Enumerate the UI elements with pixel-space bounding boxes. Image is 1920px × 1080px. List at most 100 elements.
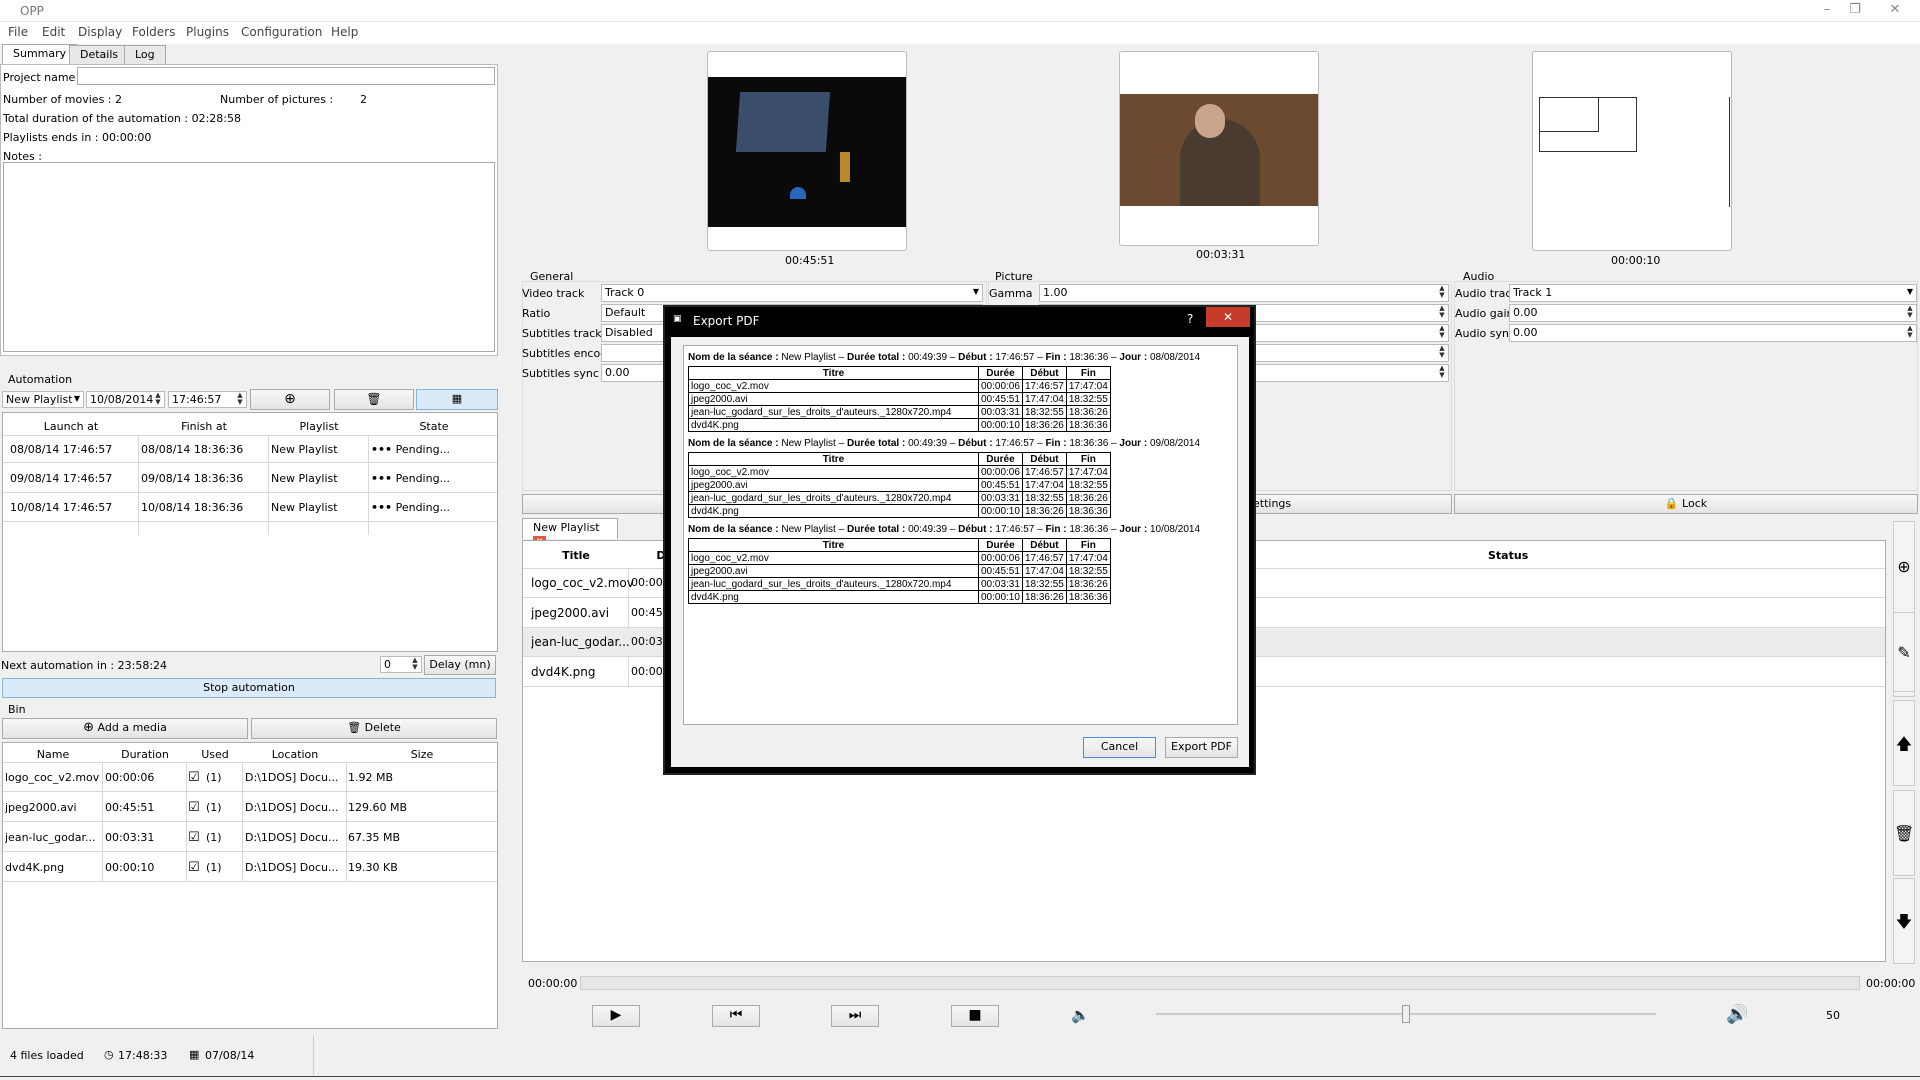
- ratio-value: Default: [605, 306, 646, 319]
- session-fin-label: Fin :: [1045, 438, 1067, 449]
- session-fin: 18:36:36: [1069, 352, 1109, 363]
- delay-button[interactable]: Delay (mn): [424, 655, 496, 675]
- tab-new-playlist[interactable]: New Playlist ✕: [522, 518, 618, 549]
- session-name: New Playlist: [781, 438, 836, 449]
- time-input[interactable]: 17:46:57 ▲ ▼: [168, 391, 247, 408]
- cancel-button[interactable]: Cancel: [1083, 737, 1156, 758]
- name-cell: dvd4K.png: [5, 861, 65, 874]
- menu-edit[interactable]: Edit: [42, 25, 65, 39]
- delete-media-button[interactable]: 🗑 Delete: [251, 718, 497, 739]
- session-jour-label: Jour :: [1119, 524, 1148, 535]
- maximize-button[interactable]: ❐: [1844, 2, 1866, 17]
- session-dur-label: Durée total :: [846, 352, 906, 363]
- subtitles-sync-label: Subtitles sync: [522, 367, 599, 380]
- video-track-select[interactable]: Track 0 ▼: [601, 284, 983, 302]
- volume-slider[interactable]: [1156, 1005, 1656, 1023]
- pdf-row: jean-luc_godard_sur_les_droits_d'auteurs…: [688, 577, 1111, 591]
- dialog-close-button[interactable]: ✕: [1206, 307, 1250, 327]
- move-up-button[interactable]: 🡅: [1893, 700, 1915, 786]
- move-down-button[interactable]: 🡇: [1893, 878, 1915, 964]
- gamma-input[interactable]: 1.00 ▲ ▼: [1039, 284, 1449, 302]
- plus-circle-icon: ⊕: [284, 391, 296, 407]
- menu-display[interactable]: Display: [78, 25, 122, 39]
- checkbox-icon[interactable]: ☑: [188, 770, 200, 785]
- pdf-cell: logo_coc_v2.mov: [688, 379, 979, 393]
- volume-handle[interactable]: [1402, 1005, 1410, 1023]
- notes-textarea[interactable]: [3, 162, 495, 352]
- audio-gain-value: 0.00: [1513, 306, 1538, 319]
- date-input[interactable]: 10/08/2014 ▲ ▼: [86, 391, 165, 408]
- pdf-cell: 00:45:51: [978, 392, 1023, 406]
- menu-plugins[interactable]: Plugins: [186, 25, 229, 39]
- pdf-cell: 00:00:06: [978, 465, 1023, 479]
- menu-folders[interactable]: Folders: [132, 25, 175, 39]
- dialog-help-button[interactable]: ?: [1187, 312, 1193, 326]
- playlist-tab-label: New Playlist: [533, 521, 600, 534]
- audio-gain-label: Audio gain: [1455, 307, 1514, 320]
- col-duration: Duration: [121, 748, 169, 761]
- stop-automation-button[interactable]: Stop automation: [2, 678, 496, 698]
- pdf-row: dvd4K.png 00:00:10 18:36:26 18:36:36: [688, 418, 1111, 432]
- pdf-cell: dvd4K.png: [688, 418, 979, 432]
- audio-track-select[interactable]: Track 1 ▼: [1509, 284, 1917, 302]
- pdf-cell: jpeg2000.avi: [688, 478, 979, 492]
- dialog-title: Export PDF: [693, 314, 760, 328]
- state-cell: ••• Pending...: [371, 472, 450, 485]
- preview-1-duration: 00:45:51: [785, 254, 835, 267]
- playlist-cell: New Playlist: [271, 443, 338, 456]
- volume-low-icon[interactable]: 🔈: [1071, 1006, 1090, 1024]
- audio-gain-input[interactable]: 0.00 ▲ ▼: [1509, 304, 1917, 322]
- close-window-button[interactable]: ✕: [1884, 2, 1906, 17]
- export-pdf-button[interactable]: Export PDF: [1165, 737, 1238, 758]
- pdf-row: dvd4K.png 00:00:10 18:36:26 18:36:36: [688, 590, 1111, 604]
- pdf-cell: dvd4K.png: [688, 590, 979, 604]
- tab-details[interactable]: Details: [69, 45, 130, 64]
- preview-3[interactable]: [1532, 51, 1732, 251]
- menu-file[interactable]: File: [8, 25, 28, 39]
- menu-help[interactable]: Help: [331, 25, 358, 39]
- menu-configuration[interactable]: Configuration: [241, 25, 322, 39]
- pdf-cell: jean-luc_godard_sur_les_droits_d'auteurs…: [688, 405, 979, 419]
- tab-log[interactable]: Log: [124, 45, 166, 64]
- preview-2[interactable]: [1119, 51, 1319, 246]
- gamma-value: 1.00: [1043, 286, 1068, 299]
- session-dur-label: Durée total :: [846, 438, 906, 449]
- size-cell: 19.30 KB: [348, 861, 398, 874]
- used-cell: (1): [206, 771, 222, 784]
- pdf-cell: jean-luc_godard_sur_les_droits_d'auteurs…: [688, 491, 979, 505]
- next-button[interactable]: ⏭: [831, 1005, 879, 1027]
- delete-item-button[interactable]: 🗑: [1893, 790, 1915, 876]
- volume-high-icon[interactable]: 🔊: [1726, 1004, 1748, 1025]
- delay-input[interactable]: 0 ▲ ▼: [380, 656, 422, 673]
- pdf-cell: 17:47:04: [1021, 564, 1067, 578]
- pdf-cell: 00:03:31: [978, 577, 1023, 591]
- seek-bar[interactable]: [580, 976, 1860, 990]
- title-cell: jpeg2000.avi: [531, 606, 610, 620]
- add-media-button[interactable]: ⊕ Add a media: [2, 718, 248, 739]
- delete-automation-button[interactable]: 🗑: [334, 389, 414, 410]
- lock-button[interactable]: 🔒 Lock: [1454, 494, 1918, 514]
- edit-item-button[interactable]: ✎: [1893, 612, 1915, 692]
- export-pdf-dialog: ▣ Export PDF ? ✕ Nom de la séance : New …: [663, 305, 1256, 775]
- previous-button[interactable]: ⏮: [712, 1005, 760, 1027]
- checkbox-icon[interactable]: ☑: [188, 800, 200, 815]
- minimize-button[interactable]: –: [1816, 2, 1838, 17]
- project-name-input[interactable]: [77, 67, 495, 85]
- add-automation-button[interactable]: ⊕: [250, 389, 330, 410]
- launch-cell: 09/08/14 17:46:57: [10, 472, 113, 485]
- audio-sync-input[interactable]: 0.00 ▲ ▼: [1509, 324, 1917, 342]
- play-button[interactable]: ▶: [592, 1005, 640, 1027]
- playlist-cell: New Playlist: [271, 472, 338, 485]
- preview-1[interactable]: [707, 51, 907, 251]
- pdf-cell: 17:46:57: [1021, 465, 1067, 479]
- duration-cell: 00:45:: [631, 606, 667, 619]
- pdf-col-header: Fin: [1065, 366, 1111, 380]
- size-cell: 1.92 MB: [348, 771, 394, 784]
- session-jour: 09/08/2014: [1149, 438, 1201, 449]
- stop-button[interactable]: ■: [951, 1005, 999, 1027]
- playlist-select[interactable]: New Playlist ▼: [2, 391, 84, 408]
- checkbox-icon[interactable]: ☑: [188, 860, 200, 875]
- calendar-button[interactable]: ▦: [416, 389, 498, 410]
- tab-summary[interactable]: Summary: [2, 44, 78, 65]
- checkbox-icon[interactable]: ☑: [188, 830, 200, 845]
